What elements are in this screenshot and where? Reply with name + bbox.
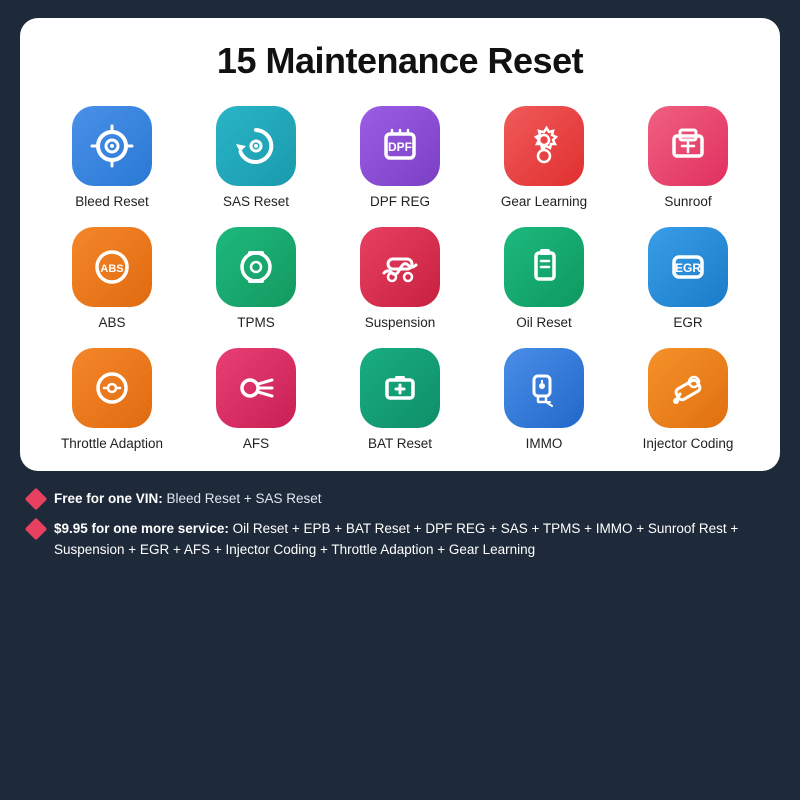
bleed-reset-icon	[72, 106, 152, 186]
egr-icon: EGR	[648, 227, 728, 307]
bleed-reset-label: Bleed Reset	[75, 194, 149, 209]
free-vin-text: Free for one VIN: Bleed Reset + SAS Rese…	[54, 489, 322, 509]
bat-reset-label: BAT Reset	[368, 436, 432, 451]
tpms-label: TPMS	[237, 315, 275, 330]
list-item[interactable]: Oil Reset	[484, 227, 604, 330]
list-item[interactable]: BAT Reset	[340, 348, 460, 451]
list-item[interactable]: AFS	[196, 348, 316, 451]
diamond-icon-2	[25, 518, 48, 541]
sunroof-label: Sunroof	[664, 194, 711, 209]
sas-reset-icon	[216, 106, 296, 186]
list-item[interactable]: DPF DPF REG	[340, 106, 460, 209]
list-item[interactable]: IMMO	[484, 348, 604, 451]
diamond-icon-1	[25, 488, 48, 511]
gear-learning-icon	[504, 106, 584, 186]
immo-icon	[504, 348, 584, 428]
svg-text:ABS: ABS	[100, 263, 123, 275]
abs-icon: ABS	[72, 227, 152, 307]
afs-icon	[216, 348, 296, 428]
paid-service-row: $9.95 for one more service: Oil Reset + …	[28, 519, 772, 560]
tpms-icon	[216, 227, 296, 307]
list-item[interactable]: Injector Coding	[628, 348, 748, 451]
free-vin-prefix: Free for one VIN:	[54, 491, 163, 506]
list-item[interactable]: Bleed Reset	[52, 106, 172, 209]
bat-reset-icon	[360, 348, 440, 428]
svg-text:DPF: DPF	[388, 140, 412, 154]
free-vin-content: Bleed Reset + SAS Reset	[167, 491, 322, 506]
sas-reset-label: SAS Reset	[223, 194, 289, 209]
oil-reset-icon	[504, 227, 584, 307]
injector-coding-icon	[648, 348, 728, 428]
list-item[interactable]: EGR EGR	[628, 227, 748, 330]
injector-coding-label: Injector Coding	[643, 436, 734, 451]
list-item[interactable]: Sunroof	[628, 106, 748, 209]
oil-reset-label: Oil Reset	[516, 315, 572, 330]
paid-service-text: $9.95 for one more service: Oil Reset + …	[54, 519, 772, 560]
suspension-label: Suspension	[365, 315, 436, 330]
svg-text:EGR: EGR	[675, 261, 701, 275]
gear-learning-label: Gear Learning	[501, 194, 587, 209]
list-item[interactable]: SAS Reset	[196, 106, 316, 209]
list-item[interactable]: Suspension	[340, 227, 460, 330]
list-item[interactable]: Gear Learning	[484, 106, 604, 209]
main-card: 15 Maintenance Reset Bleed Reset	[20, 18, 780, 471]
abs-label: ABS	[98, 315, 125, 330]
throttle-adaption-label: Throttle Adaption	[61, 436, 163, 451]
afs-label: AFS	[243, 436, 269, 451]
egr-label: EGR	[673, 315, 702, 330]
throttle-adaption-icon	[72, 348, 152, 428]
sunroof-icon	[648, 106, 728, 186]
list-item[interactable]: ABS ABS	[52, 227, 172, 330]
bottom-info: Free for one VIN: Bleed Reset + SAS Rese…	[20, 485, 780, 570]
dpf-reg-icon: DPF	[360, 106, 440, 186]
icon-grid: Bleed Reset SAS Reset DPF	[40, 106, 760, 451]
dpf-reg-label: DPF REG	[370, 194, 430, 209]
list-item[interactable]: TPMS	[196, 227, 316, 330]
page-title: 15 Maintenance Reset	[40, 40, 760, 82]
suspension-icon	[360, 227, 440, 307]
list-item[interactable]: Throttle Adaption	[52, 348, 172, 451]
paid-service-prefix: $9.95 for one more service:	[54, 521, 229, 536]
free-vin-row: Free for one VIN: Bleed Reset + SAS Rese…	[28, 489, 772, 509]
immo-label: IMMO	[526, 436, 563, 451]
